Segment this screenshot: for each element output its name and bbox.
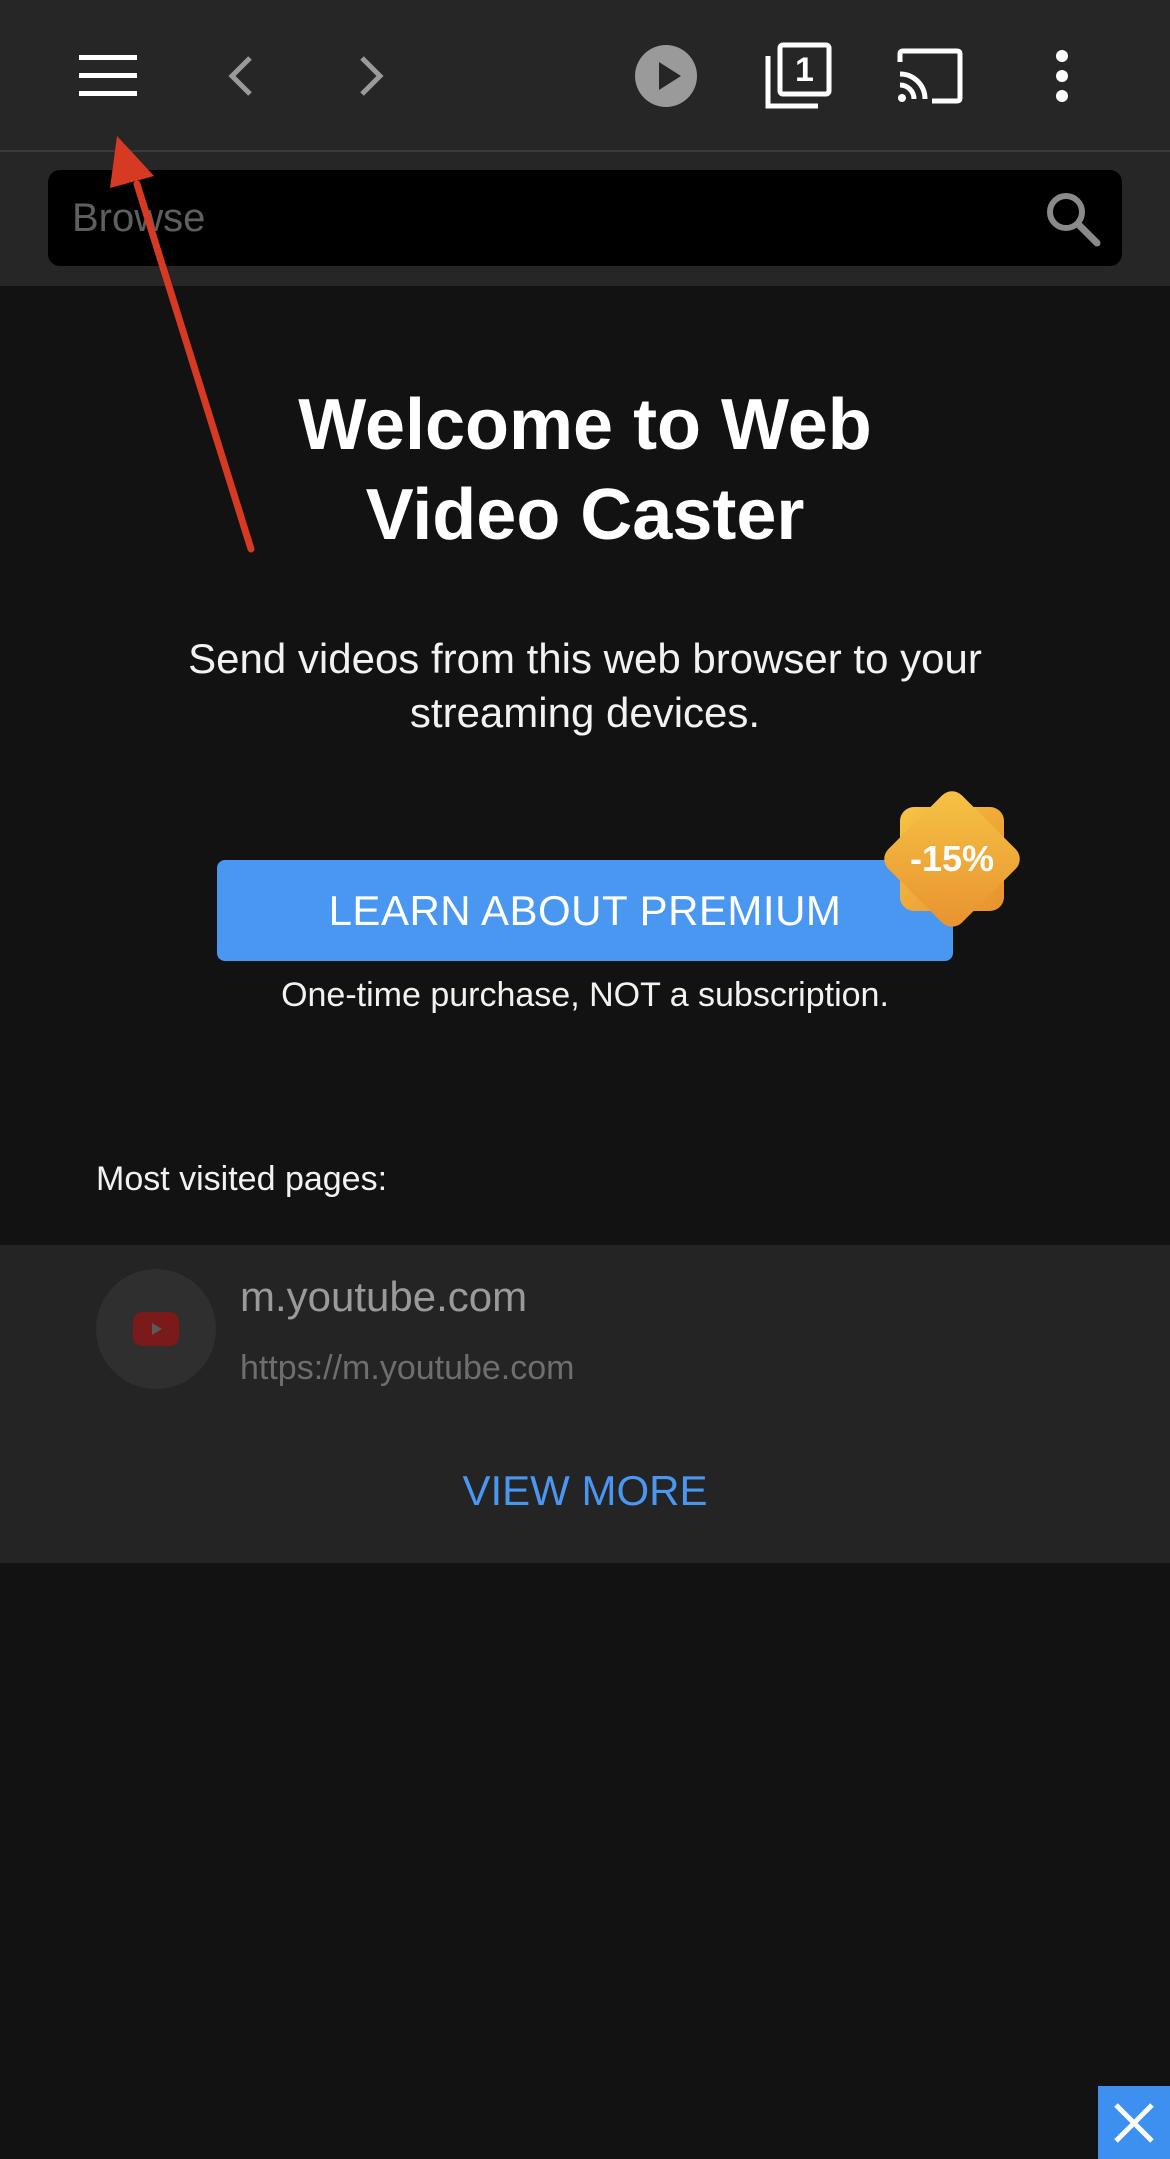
chevron-right-icon[interactable] [332,36,412,116]
welcome-title: Welcome to Web Video Caster [185,380,985,560]
view-more-button[interactable]: VIEW MORE [385,1461,785,1521]
close-button[interactable] [1098,2086,1170,2159]
hamburger-menu-icon[interactable] [68,36,148,116]
search-bar-container [0,152,1170,286]
learn-about-premium-button[interactable]: LEARN ABOUT PREMIUM [217,860,953,961]
site-url: https://m.youtube.com [240,1349,575,1387]
close-icon [1114,2102,1154,2143]
welcome-title-line1: Welcome to Web [298,385,872,465]
search-icon[interactable] [1044,190,1102,248]
chevron-left-icon[interactable] [200,36,280,116]
cast-icon[interactable] [890,36,970,116]
tabs-icon[interactable]: 1 [758,36,838,116]
discount-badge: -15% [877,784,1027,934]
more-vertical-icon[interactable] [1022,36,1102,116]
browser-toolbar: 1 [0,0,1170,152]
site-favicon [96,1269,216,1389]
most-visited-heading: Most visited pages: [96,1160,388,1198]
premium-note: One-time purchase, NOT a subscription. [281,976,889,1014]
tabs-count: 1 [795,51,814,89]
play-circle-icon[interactable] [626,36,706,116]
annotation-arrow [110,136,255,553]
most-visited-panel: m.youtube.com https://m.youtube.com VIEW… [0,1245,1170,1563]
youtube-icon [133,1312,179,1346]
welcome-title-line2: Video Caster [365,475,805,555]
search-box [48,170,1122,266]
discount-badge-label: -15% [909,838,995,879]
site-title: m.youtube.com [240,1273,528,1320]
search-input[interactable] [72,170,1032,266]
welcome-subtitle: Send videos from this web browser to you… [188,635,982,736]
